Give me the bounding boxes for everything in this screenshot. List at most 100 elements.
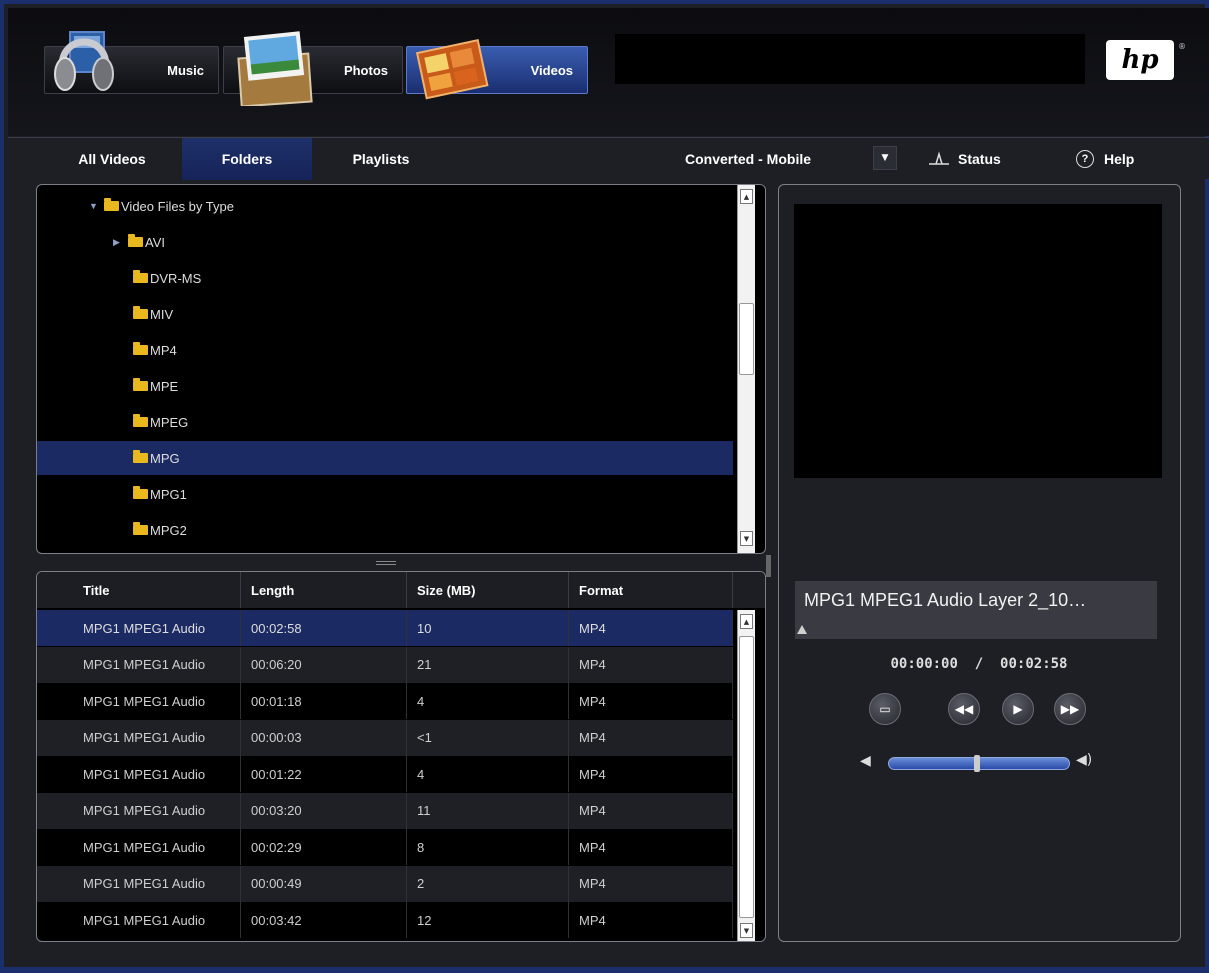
table-header: Title Length Size (MB) Format bbox=[37, 572, 765, 608]
tree-item[interactable]: MPE bbox=[37, 369, 733, 403]
scroll-thumb[interactable] bbox=[739, 303, 754, 375]
fullscreen-button[interactable]: ▭ bbox=[869, 693, 901, 725]
cell-size: 11 bbox=[407, 792, 569, 829]
help-button[interactable]: ? Help bbox=[1076, 138, 1134, 180]
cell-size: 2 bbox=[407, 865, 569, 902]
folder-icon bbox=[133, 450, 148, 463]
volume-down-icon[interactable]: ◀ bbox=[860, 753, 871, 769]
scroll-down-button[interactable]: ▼ bbox=[740, 923, 753, 938]
window-icon: ▭ bbox=[879, 702, 891, 716]
status-button[interactable]: Status bbox=[928, 138, 1001, 180]
tree-item-label: MIV bbox=[150, 306, 174, 322]
tree-scrollbar[interactable]: ▲ ▼ bbox=[737, 185, 755, 553]
expander-icon[interactable]: ▶ bbox=[113, 237, 123, 248]
table-row[interactable]: MPG1 MPEG1 Audio 00:01:22 4 MP4 bbox=[37, 756, 733, 792]
video-preview[interactable] bbox=[794, 204, 1162, 478]
tree-item[interactable]: ▼ Video Files by Type bbox=[37, 189, 733, 223]
cell-title: MPG1 MPEG1 Audio bbox=[73, 902, 241, 938]
table-row[interactable]: MPG1 MPEG1 Audio 00:00:49 2 MP4 bbox=[37, 865, 733, 902]
table-row[interactable]: MPG1 MPEG1 Audio 00:00:03 <1 MP4 bbox=[37, 719, 733, 756]
tree-item[interactable]: MP4 bbox=[37, 333, 733, 367]
videos-button-label: Videos bbox=[530, 62, 573, 78]
cell-size: 10 bbox=[407, 610, 569, 646]
folder-icon bbox=[133, 414, 148, 427]
tab-playlists[interactable]: Playlists bbox=[316, 138, 446, 180]
table-row[interactable]: MPG1 MPEG1 Audio 00:02:29 8 MP4 bbox=[37, 829, 733, 865]
help-icon: ? bbox=[1076, 150, 1094, 168]
pane-splitter[interactable] bbox=[766, 555, 771, 577]
cell-size: 4 bbox=[407, 756, 569, 792]
cell-format: MP4 bbox=[569, 865, 733, 902]
seek-handle[interactable] bbox=[797, 625, 807, 634]
cell-length: 00:03:20 bbox=[241, 792, 407, 829]
scroll-thumb[interactable] bbox=[739, 636, 754, 918]
cell-title: MPG1 MPEG1 Audio bbox=[73, 865, 241, 902]
cell-length: 00:00:03 bbox=[241, 719, 407, 756]
tab-all-videos[interactable]: All Videos bbox=[42, 138, 182, 180]
music-button-label: Music bbox=[167, 62, 204, 78]
cell-length: 00:01:22 bbox=[241, 756, 407, 792]
cell-length: 00:06:20 bbox=[241, 646, 407, 683]
table-row[interactable]: MPG1 MPEG1 Audio 00:02:58 10 MP4 bbox=[37, 610, 733, 646]
folder-icon bbox=[133, 486, 148, 499]
tree-item-label: MPEG bbox=[150, 414, 189, 430]
cell-length: 00:01:18 bbox=[241, 683, 407, 719]
tree-item[interactable]: DVR-MS bbox=[37, 261, 733, 295]
tree-item[interactable]: MIV bbox=[37, 297, 733, 331]
fast-forward-button[interactable]: ▶▶ bbox=[1054, 693, 1086, 725]
column-format[interactable]: Format bbox=[569, 572, 733, 608]
volume-up-icon[interactable]: ◀) bbox=[1076, 752, 1092, 768]
cell-format: MP4 bbox=[569, 646, 733, 683]
chevron-down-icon: ▼ bbox=[881, 153, 889, 163]
photos-button-label: Photos bbox=[343, 62, 388, 78]
cell-title: MPG1 MPEG1 Audio bbox=[73, 610, 241, 646]
tree-item[interactable]: MPG bbox=[37, 441, 733, 475]
tree-item[interactable]: MPG1 bbox=[37, 477, 733, 511]
panel-splitter[interactable] bbox=[376, 561, 396, 565]
cell-format: MP4 bbox=[569, 610, 733, 646]
folder-icon bbox=[133, 522, 148, 535]
scroll-up-button[interactable]: ▲ bbox=[740, 614, 753, 629]
table-row[interactable]: MPG1 MPEG1 Audio 00:03:20 11 MP4 bbox=[37, 792, 733, 829]
column-title[interactable]: Title bbox=[73, 572, 241, 608]
expander-icon[interactable]: ▼ bbox=[89, 201, 99, 211]
film-strip-icon bbox=[415, 39, 489, 100]
cell-length: 00:00:49 bbox=[241, 865, 407, 902]
tree-item[interactable]: MPG2 bbox=[37, 513, 733, 547]
tree-item-label: AVI bbox=[145, 234, 165, 250]
table-row[interactable]: MPG1 MPEG1 Audio 00:06:20 21 MP4 bbox=[37, 646, 733, 683]
view-mode-label: Converted - Mobile bbox=[685, 151, 812, 167]
tree-item[interactable]: ▶ AVI bbox=[37, 225, 733, 259]
cell-format: MP4 bbox=[569, 792, 733, 829]
status-label: Status bbox=[958, 151, 1001, 167]
column-length[interactable]: Length bbox=[241, 572, 407, 608]
tree-item-label: MPG1 bbox=[150, 486, 187, 502]
view-mode-select[interactable]: Converted - Mobile bbox=[685, 138, 811, 180]
table-row[interactable]: MPG1 MPEG1 Audio 00:03:42 12 MP4 bbox=[37, 902, 733, 938]
tree-item[interactable]: MPEG bbox=[37, 405, 733, 439]
scroll-up-button[interactable]: ▲ bbox=[740, 189, 753, 204]
rewind-button[interactable]: ◀◀ bbox=[948, 693, 980, 725]
play-button[interactable]: ▶ bbox=[1002, 693, 1034, 725]
header-bar: Music Photos Videos hp ® bbox=[8, 8, 1209, 136]
cell-size: 12 bbox=[407, 902, 569, 938]
view-mode-dropdown-button[interactable]: ▼ bbox=[873, 146, 897, 170]
tree-item-label: MP4 bbox=[150, 342, 177, 358]
cell-length: 00:02:29 bbox=[241, 829, 407, 865]
table-scrollbar[interactable]: ▲ ▼ bbox=[737, 610, 755, 941]
column-size[interactable]: Size (MB) bbox=[407, 572, 569, 608]
help-label: Help bbox=[1104, 151, 1135, 167]
cell-length: 00:03:42 bbox=[241, 902, 407, 938]
table-row[interactable]: MPG1 MPEG1 Audio 00:01:18 4 MP4 bbox=[37, 683, 733, 719]
hp-logo: hp bbox=[1106, 40, 1174, 80]
tree-item-label: MPG bbox=[150, 450, 180, 466]
volume-slider-handle[interactable] bbox=[974, 755, 980, 772]
tree-item-label: DVR-MS bbox=[150, 270, 202, 286]
scroll-down-button[interactable]: ▼ bbox=[740, 531, 753, 546]
tree-item-label: MPG2 bbox=[150, 522, 187, 538]
tab-folders[interactable]: Folders bbox=[182, 138, 312, 180]
cell-title: MPG1 MPEG1 Audio bbox=[73, 646, 241, 683]
tree-item-label: Video Files by Type bbox=[121, 198, 234, 214]
cell-title: MPG1 MPEG1 Audio bbox=[73, 756, 241, 792]
folder-icon bbox=[133, 270, 148, 283]
